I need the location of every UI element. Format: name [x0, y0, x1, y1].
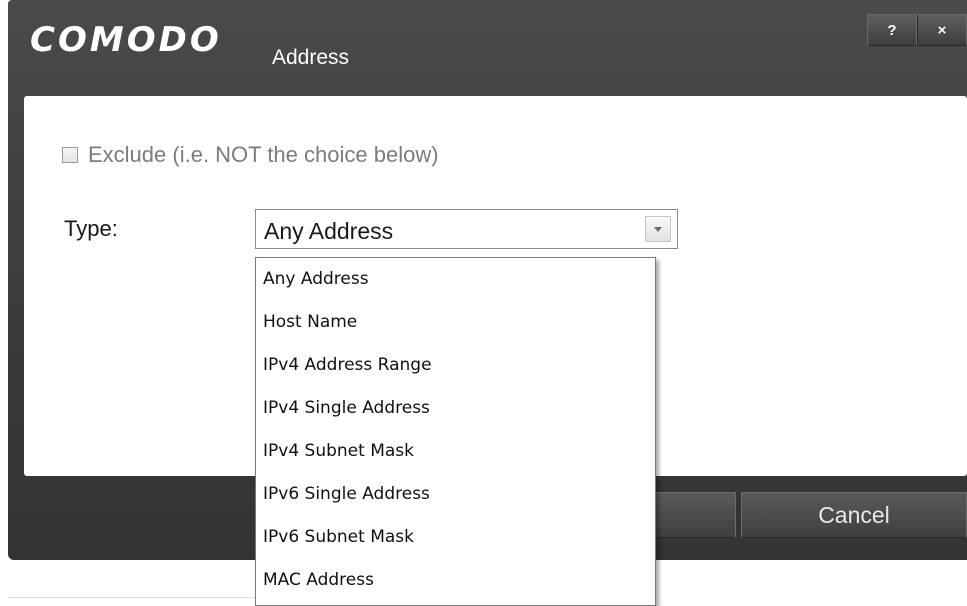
close-button[interactable]: ×: [917, 14, 967, 46]
page: COMODO Address ? × Exclude (i.e. NOT the…: [0, 0, 967, 606]
exclude-checkbox[interactable]: [62, 147, 78, 163]
dropdown-option-ipv4-address-range[interactable]: IPv4 Address Range: [256, 344, 655, 387]
chevron-down-icon[interactable]: [645, 216, 671, 242]
exclude-label: Exclude (i.e. NOT the choice below): [88, 142, 439, 167]
comodo-logo: COMODO: [30, 20, 222, 60]
help-button[interactable]: ?: [867, 14, 917, 46]
dialog-title: Address: [272, 46, 350, 69]
close-icon: ×: [937, 21, 947, 39]
dropdown-option-mac-address[interactable]: MAC Address: [256, 559, 655, 602]
help-icon: ?: [887, 21, 897, 39]
dropdown-option-any-address[interactable]: Any Address: [256, 258, 655, 301]
type-label: Type:: [64, 216, 118, 241]
dropdown-option-ipv6-subnet-mask[interactable]: IPv6 Subnet Mask: [256, 516, 655, 559]
title-bar: COMODO Address ? ×: [8, 0, 967, 90]
window-controls: ? ×: [867, 14, 967, 46]
dropdown-option-host-name[interactable]: Host Name: [256, 301, 655, 344]
cancel-button[interactable]: Cancel: [741, 492, 967, 538]
dropdown-option-ipv4-subnet-mask[interactable]: IPv4 Subnet Mask: [256, 430, 655, 473]
dropdown-option-ipv6-single-address[interactable]: IPv6 Single Address: [256, 473, 655, 516]
exclude-option[interactable]: Exclude (i.e. NOT the choice below): [62, 142, 439, 168]
dropdown-option-ipv4-single-address[interactable]: IPv4 Single Address: [256, 387, 655, 430]
type-dropdown-list: Any Address Host Name IPv4 Address Range…: [255, 257, 656, 606]
type-select[interactable]: Any Address: [255, 209, 678, 249]
type-select-value: Any Address: [264, 218, 394, 244]
divider: [8, 597, 258, 598]
